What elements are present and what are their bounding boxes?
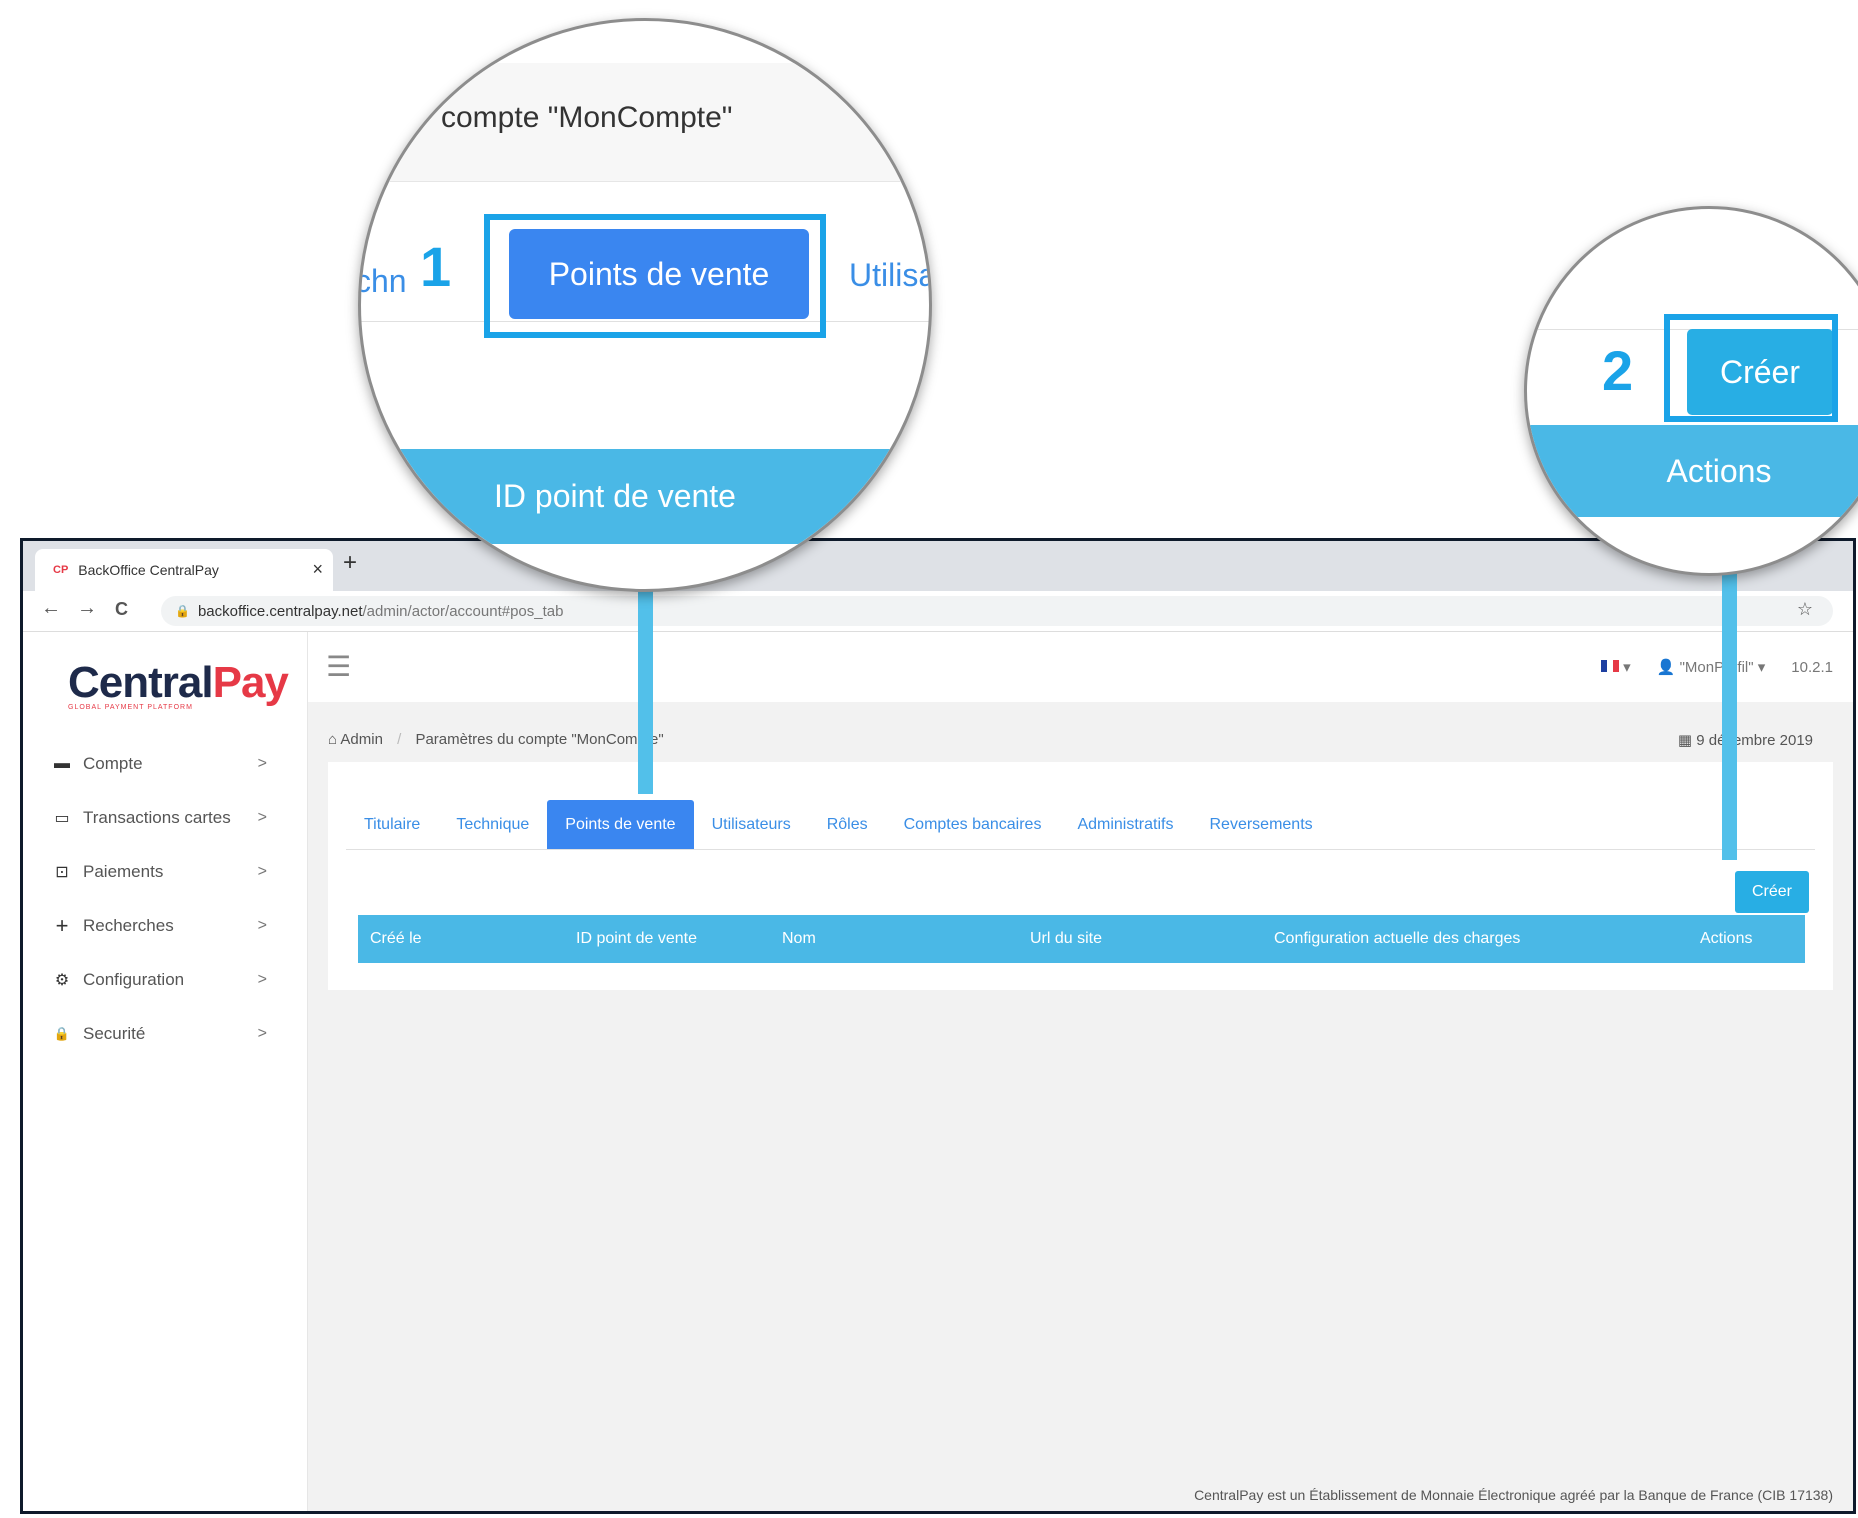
caret-down-icon: ▾ <box>1757 659 1766 676</box>
sidebar-item-transactions-cartes[interactable]: ▭ Transactions cartes > <box>49 798 299 838</box>
zoom-column-actions: Actions <box>1666 452 1772 489</box>
chevron-right-icon: > <box>257 1025 267 1042</box>
url-path: /admin/actor/account#pos_tab <box>362 602 564 620</box>
column-header-configuration-charges[interactable]: Configuration actuelle des charges <box>1274 930 1520 948</box>
highlight-box-2 <box>1664 314 1838 422</box>
lock-icon: 🔒 <box>53 1026 71 1041</box>
browser-tab[interactable]: CP BackOffice CentralPay × <box>35 549 333 591</box>
sidebar-item-label: Recherches <box>83 916 174 935</box>
zoom-table-header: Actions <box>1527 425 1858 517</box>
credit-card-icon: ▭ <box>54 810 70 827</box>
chevron-right-icon: > <box>257 917 267 934</box>
forward-icon[interactable]: → <box>77 597 97 620</box>
sidebar-item-label: Paiements <box>83 862 164 881</box>
new-tab-icon[interactable]: + <box>343 549 357 577</box>
date-text: 9 décembre 2019 <box>1696 732 1813 749</box>
centralpay-logo[interactable]: CentralPay GLOBAL PAYMENT PLATFORM <box>68 658 289 711</box>
column-header-nom[interactable]: Nom <box>782 930 816 948</box>
create-button[interactable]: Créer <box>1735 871 1809 913</box>
profile-menu[interactable]: 👤 "MonProfil" ▾ <box>1657 658 1766 676</box>
browser-tab-title: BackOffice CentralPay <box>78 562 219 578</box>
calendar-icon: ▦ <box>1677 732 1693 749</box>
step-number-2: 2 <box>1602 339 1634 402</box>
sidebar: CentralPay GLOBAL PAYMENT PLATFORM ▬ Com… <box>23 632 308 1511</box>
sidebar-item-configuration[interactable]: ⚙ Configuration > <box>49 960 299 1000</box>
step-number-1: 1 <box>420 235 452 298</box>
column-header-url-du-site[interactable]: Url du site <box>1030 930 1102 948</box>
column-header-id-point-de-vente[interactable]: ID point de vente <box>576 930 697 948</box>
breadcrumb-separator: / <box>397 731 402 748</box>
browser-window: CP BackOffice CentralPay × + ← → C 🔒 bac… <box>20 538 1856 1514</box>
plus-icon: + <box>55 913 69 938</box>
favicon-icon: CP <box>53 564 69 576</box>
sidebar-item-recherches[interactable]: + Recherches > <box>49 906 299 946</box>
url-input[interactable]: 🔒 backoffice.centralpay.net /admin/actor… <box>161 596 1833 626</box>
user-icon: 👤 <box>1656 659 1676 676</box>
tab-comptes-bancaires[interactable]: Comptes bancaires <box>886 800 1060 849</box>
callout-2-connector <box>1722 570 1737 860</box>
main-content: ☰ ▾ 👤 "MonProfil" ▾ 10.2.1 ⌂ Admin / Par… <box>308 632 1853 1511</box>
app-version: 10.2.1 <box>1791 658 1833 676</box>
close-tab-icon[interactable]: × <box>312 559 323 580</box>
sidebar-item-label: Configuration <box>83 970 185 989</box>
tab-reversements[interactable]: Reversements <box>1191 800 1330 849</box>
tab-points-de-vente[interactable]: Points de vente <box>547 800 694 849</box>
zoom-tab-utilisateurs: Utilisa <box>849 257 932 293</box>
logo-text-central: Central <box>68 658 214 707</box>
sidebar-item-label: Transactions cartes <box>83 808 231 827</box>
account-tabs: Titulaire Technique Points de vente Util… <box>346 800 1815 850</box>
current-date: ▦ 9 décembre 2019 <box>1678 731 1813 749</box>
hamburger-menu-icon[interactable]: ☰ <box>326 650 351 683</box>
sidebar-item-label: Securité <box>83 1024 146 1043</box>
sidebar-item-securite[interactable]: 🔒 Securité > <box>49 1014 299 1054</box>
sidebar-item-label: Compte <box>83 754 143 773</box>
chevron-right-icon: > <box>257 755 267 772</box>
column-header-cree-le[interactable]: Créé le <box>370 930 422 948</box>
tab-administratifs[interactable]: Administratifs <box>1059 800 1191 849</box>
zoom-column-id-point-de-vente: ID point de vente <box>494 478 736 514</box>
table-header: Créé le ID point de vente Nom Url du sit… <box>358 915 1805 963</box>
breadcrumb-current: Paramètres du compte "MonCompte" <box>415 731 664 748</box>
caret-down-icon: ▾ <box>1623 659 1631 676</box>
language-selector[interactable]: ▾ <box>1601 658 1631 676</box>
sidebar-item-compte[interactable]: ▬ Compte > <box>49 744 299 784</box>
tab-technique[interactable]: Technique <box>438 800 547 849</box>
home-icon: ⌂ <box>328 731 338 748</box>
lock-icon: 🔒 <box>175 604 190 618</box>
callout-1-connector <box>638 586 653 794</box>
zoom-page-title: compte "MonCompte" <box>441 101 733 134</box>
tab-strip: CP BackOffice CentralPay × + <box>23 541 1853 591</box>
tab-utilisateurs[interactable]: Utilisateurs <box>694 800 809 849</box>
footer-legal-text: CentralPay est un Établissement de Monna… <box>1194 1487 1833 1503</box>
breadcrumb-admin[interactable]: Admin <box>340 731 383 748</box>
zoom-tab-technique: chn <box>358 263 407 299</box>
address-bar: ← → C 🔒 backoffice.centralpay.net /admin… <box>23 591 1853 632</box>
tab-titulaire[interactable]: Titulaire <box>346 800 438 849</box>
french-flag-icon <box>1601 660 1619 672</box>
zoom-table-header: ID point de vente <box>361 449 929 544</box>
sidebar-item-paiements[interactable]: ⊡ Paiements > <box>49 852 299 892</box>
gears-icon: ⚙ <box>54 972 70 989</box>
url-domain: backoffice.centralpay.net <box>197 602 363 620</box>
account-panel: Titulaire Technique Points de vente Util… <box>328 762 1833 990</box>
bookmark-star-icon[interactable]: ☆ <box>1797 599 1813 620</box>
chevron-right-icon: > <box>257 971 267 988</box>
back-icon[interactable]: ← <box>41 597 61 620</box>
logo-text-pay: Pay <box>212 658 289 707</box>
chevron-right-icon: > <box>257 809 267 826</box>
chevron-right-icon: > <box>257 863 267 880</box>
breadcrumb: ⌂ Admin / Paramètres du compte "MonCompt… <box>328 731 664 748</box>
reload-icon[interactable]: C <box>115 599 128 620</box>
top-bar: ☰ ▾ 👤 "MonProfil" ▾ 10.2.1 <box>308 632 1853 702</box>
tab-roles[interactable]: Rôles <box>809 800 886 849</box>
wallet-icon: ▬ <box>54 755 70 772</box>
highlight-box-1 <box>484 214 826 338</box>
column-header-actions[interactable]: Actions <box>1700 930 1752 948</box>
profile-name: "MonProfil" <box>1679 659 1754 676</box>
money-icon: ⊡ <box>55 864 69 881</box>
